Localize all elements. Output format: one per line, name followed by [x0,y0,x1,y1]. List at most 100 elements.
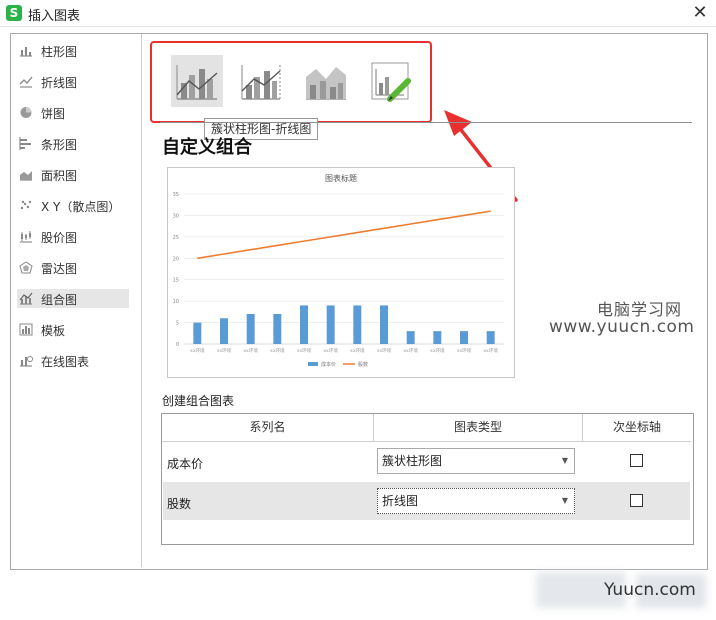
y-tick-label: 15 [173,278,179,284]
x-tick-label: xx环境 [217,347,232,354]
header-secondary-axis: 次坐标轴 [583,414,691,442]
combo-table-title: 创建组合图表 [162,394,235,408]
legend-swatch [308,362,318,366]
x-tick-label: xx环境 [377,347,392,354]
line-chart-icon [19,76,33,88]
legend-label: 股数 [358,361,368,368]
chevron-down-icon: ▼ [561,456,568,465]
sidebar-item-stock[interactable]: 股价图 [17,227,129,246]
scatter-chart-icon [20,200,32,210]
x-tick-label: xx环境 [297,347,312,354]
template-icon [19,323,33,336]
sidebar-item-pie[interactable]: 饼图 [17,103,129,122]
y-tick-label: 10 [173,299,179,305]
radar-chart-icon [19,261,33,274]
chart-preview-svg: 图表标题 0 5 10 15 20 25 30 35 xx环境 xx环境 xx环境 xx环境 xx环境… [173,173,504,368]
y-tick-label: 30 [173,213,179,219]
online-chart-icon [20,356,33,367]
x-tick-label: xx环境 [484,347,499,354]
pie-chart-icon [20,107,32,118]
line-series [197,210,491,260]
chart-type-highlight [150,41,432,123]
chart-category-sidebar: 柱形图 折线图 饼图 条形图 面积图 X Y（散点图） 股价图 雷达图 组合图 … [11,34,142,567]
sidebar-item-label: 股价图 [41,231,78,245]
sidebar-item-label: 组合图 [41,293,78,307]
thumb-stacked-area-column[interactable] [300,55,352,107]
section-title: 自定义组合 [162,137,252,158]
bar [246,314,255,344]
bar [193,322,202,344]
x-tick-label: xx环境 [430,347,445,354]
stacked-area-column-icon [306,67,346,100]
sidebar-item-label: 条形图 [41,138,78,152]
thumb-custom-combo[interactable] [364,55,416,107]
bar-chart-icon [19,137,31,150]
sidebar-item-label: 面积图 [41,169,78,183]
x-tick-label: xx环境 [270,347,285,354]
chart-type-select[interactable]: 折线图 ▼ [377,488,575,514]
sidebar-item-label: 在线图表 [41,355,90,369]
window-title: 插入图表 [28,9,81,24]
sidebar-item-label: 雷达图 [41,262,78,276]
chevron-down-icon: ▼ [561,496,568,505]
sidebar-item-label: 饼图 [41,107,66,121]
y-tick-label: 5 [176,321,179,327]
series-name: 股数 [167,497,192,511]
y-tick-label: 0 [176,342,179,348]
sidebar-item-combo[interactable]: 组合图 [17,289,129,308]
title-bar [0,0,716,27]
x-tick-label: xx环境 [324,347,339,354]
bar [460,331,468,344]
watermark-url: www.yuucn.com [549,317,695,337]
header-divider [582,414,583,442]
sidebar-item-area[interactable]: 面积图 [17,165,129,184]
y-tick-label: 20 [173,256,179,262]
chart-type-select[interactable]: 簇状柱形图 ▼ [377,448,575,474]
area-chart-icon [20,171,32,181]
secondary-axis-checkbox[interactable] [630,454,643,467]
chart-title: 图表标题 [325,173,357,183]
header-series-name: 系列名 [162,414,373,442]
sidebar-item-bar[interactable]: 条形图 [17,134,129,153]
combo-chart-icon [19,292,33,305]
close-button[interactable]: ✕ [690,3,710,23]
column-chart-icon [20,47,32,57]
sidebar-item-label: 折线图 [41,76,78,90]
legend-label: 成本价 [321,361,336,368]
x-tick-label: xx环境 [190,347,205,354]
thumb-clustered-column-line-secondary-axis[interactable] [236,55,288,107]
select-value: 簇状柱形图 [382,454,443,468]
series-table: 系列名 图表类型 次坐标轴 成本价 簇状柱形图 ▼ 股数 折线图 ▼ [161,413,694,545]
sidebar-item-radar[interactable]: 雷达图 [17,258,129,277]
app-icon: S [6,5,22,21]
x-tick-label: xx环境 [350,347,365,354]
series-name: 成本价 [167,457,204,471]
footer-watermark: Yuucn.com [604,580,696,600]
bar [380,305,388,344]
bar [353,305,362,344]
sidebar-item-line[interactable]: 折线图 [17,72,129,91]
sidebar-item-scatter[interactable]: X Y（散点图） [17,196,129,215]
sidebar-item-label: 模板 [41,324,66,338]
thumb-clustered-column-line[interactable] [171,55,223,107]
bar [433,331,442,344]
section-divider [160,122,692,123]
bar [300,305,308,344]
x-tick-label: xx环境 [404,347,419,354]
sidebar-item-column[interactable]: 柱形图 [17,41,129,60]
sidebar-item-label: X Y（散点图） [41,200,121,214]
y-tick-label: 25 [173,235,179,241]
bar [486,331,495,344]
secondary-axis-checkbox[interactable] [630,494,643,507]
bar [406,331,415,344]
header-divider [373,414,374,442]
x-tick-label: xx环境 [244,347,259,354]
sidebar-item-template[interactable]: 模板 [17,320,129,339]
y-tick-label: 35 [173,192,179,198]
x-tick-label: xx环境 [457,347,472,354]
stock-chart-icon [20,231,32,243]
bar [220,318,228,344]
sidebar-item-online-chart[interactable]: 在线图表 [17,351,129,370]
custom-combo-icon [371,62,411,102]
chart-preview: 图表标题 0 5 10 15 20 25 30 35 xx环境 xx环境 xx环境 xx环境 xx环境… [167,167,515,378]
